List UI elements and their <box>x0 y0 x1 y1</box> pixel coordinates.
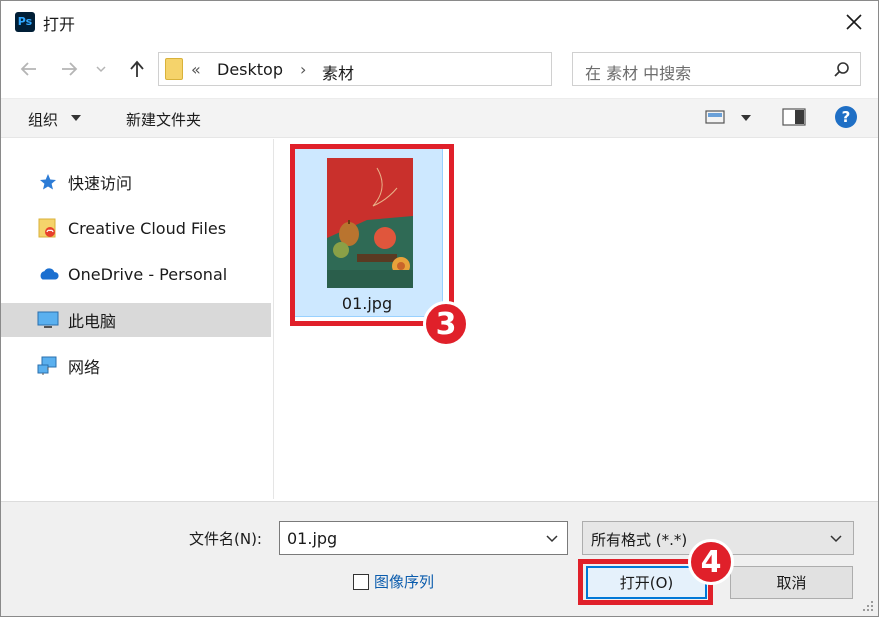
search-icon[interactable] <box>832 60 852 80</box>
chevron-down-icon <box>96 66 106 73</box>
up-button[interactable] <box>125 57 149 81</box>
filename-value[interactable]: 01.jpg <box>287 529 337 548</box>
sidebar-item-network[interactable]: 网络 <box>1 349 271 383</box>
folder-icon <box>165 58 183 80</box>
organize-menu[interactable]: 组织 <box>28 109 58 130</box>
close-icon <box>846 14 862 30</box>
view-dropdown-icon[interactable] <box>741 115 751 123</box>
filename-history-dropdown[interactable] <box>543 529 561 547</box>
photoshop-app-icon: Ps <box>15 12 35 32</box>
forward-button[interactable] <box>57 57 81 81</box>
image-sequence-checkbox[interactable] <box>353 574 369 590</box>
search-input[interactable]: 在 素材 中搜索 <box>585 60 691 84</box>
dialog-footer: 文件名(N): 01.jpg 所有格式 (*.*) 图像序列 打开(O) 取消 <box>1 501 878 616</box>
window-title: 打开 <box>43 15 76 34</box>
title-bar: Ps 打开 <box>1 1 878 43</box>
sidebar-item-onedrive[interactable]: OneDrive - Personal <box>1 257 271 291</box>
annotation-step-badge: 4 <box>688 539 734 585</box>
breadcrumb-desktop[interactable]: Desktop <box>217 60 283 79</box>
navigation-pane: 快速访问 Creative Cloud Files OneDrive - Per… <box>1 139 274 499</box>
chevron-down-icon <box>546 535 558 543</box>
onedrive-icon <box>37 263 59 285</box>
view-icon <box>705 110 725 124</box>
sidebar-item-this-pc[interactable]: 此电脑 <box>1 303 271 337</box>
help-icon: ? <box>835 106 857 128</box>
breadcrumb-current-folder[interactable]: 素材 <box>322 60 354 84</box>
filename-label: 文件名(N): <box>189 530 262 548</box>
help-button[interactable]: ? <box>834 105 858 129</box>
image-sequence-label[interactable]: 图像序列 <box>374 571 434 592</box>
preview-pane-icon <box>782 108 806 126</box>
resize-grip-icon[interactable] <box>862 600 874 612</box>
address-bar[interactable]: « Desktop › 素材 <box>158 52 703 86</box>
navigation-row: « Desktop › 素材 在 素材 中搜索 <box>1 49 878 89</box>
up-arrow-icon <box>130 60 144 77</box>
filename-field[interactable]: 01.jpg <box>279 521 568 555</box>
computer-icon <box>37 309 59 331</box>
forward-arrow-icon <box>62 62 78 76</box>
sidebar-item-quick-access[interactable]: 快速访问 <box>1 165 271 199</box>
creative-cloud-icon <box>37 217 59 239</box>
close-button[interactable] <box>834 5 874 39</box>
recent-locations-button[interactable] <box>93 57 109 81</box>
sidebar-item-creative-cloud[interactable]: Creative Cloud Files <box>1 211 271 245</box>
search-box[interactable]: 在 素材 中搜索 <box>572 52 861 86</box>
cancel-button[interactable]: 取消 <box>730 566 853 599</box>
svg-text:?: ? <box>842 108 851 126</box>
filetype-value: 所有格式 (*.*) <box>591 531 688 549</box>
sidebar-item-label: 此电脑 <box>68 312 117 331</box>
sidebar-item-label: 网络 <box>68 358 101 377</box>
sidebar-item-label: 快速访问 <box>68 174 133 193</box>
filetype-dropdown[interactable] <box>827 529 845 547</box>
sidebar-item-label: Creative Cloud Files <box>68 218 227 238</box>
command-toolbar: 组织 新建文件夹 ? <box>1 98 878 138</box>
new-folder-button[interactable]: 新建文件夹 <box>126 109 201 130</box>
star-icon <box>37 171 59 193</box>
caret-down-icon[interactable] <box>71 115 81 123</box>
breadcrumb-overflow[interactable]: « <box>191 60 201 79</box>
preview-pane-button[interactable] <box>782 108 806 126</box>
open-file-dialog: Ps 打开 « Desktop › 素材 在 素材 中搜索 组织 新建文件夹 ?… <box>0 0 879 617</box>
network-icon <box>37 355 59 377</box>
back-arrow-icon <box>20 62 36 76</box>
annotation-step-badge: 3 <box>423 301 469 347</box>
back-button[interactable] <box>17 57 41 81</box>
chevron-down-icon <box>830 535 842 543</box>
annotation-highlight-file <box>290 144 454 326</box>
sidebar-item-label: OneDrive - Personal <box>68 264 228 284</box>
view-options-button[interactable] <box>705 109 725 125</box>
breadcrumb-separator[interactable]: › <box>300 60 306 79</box>
